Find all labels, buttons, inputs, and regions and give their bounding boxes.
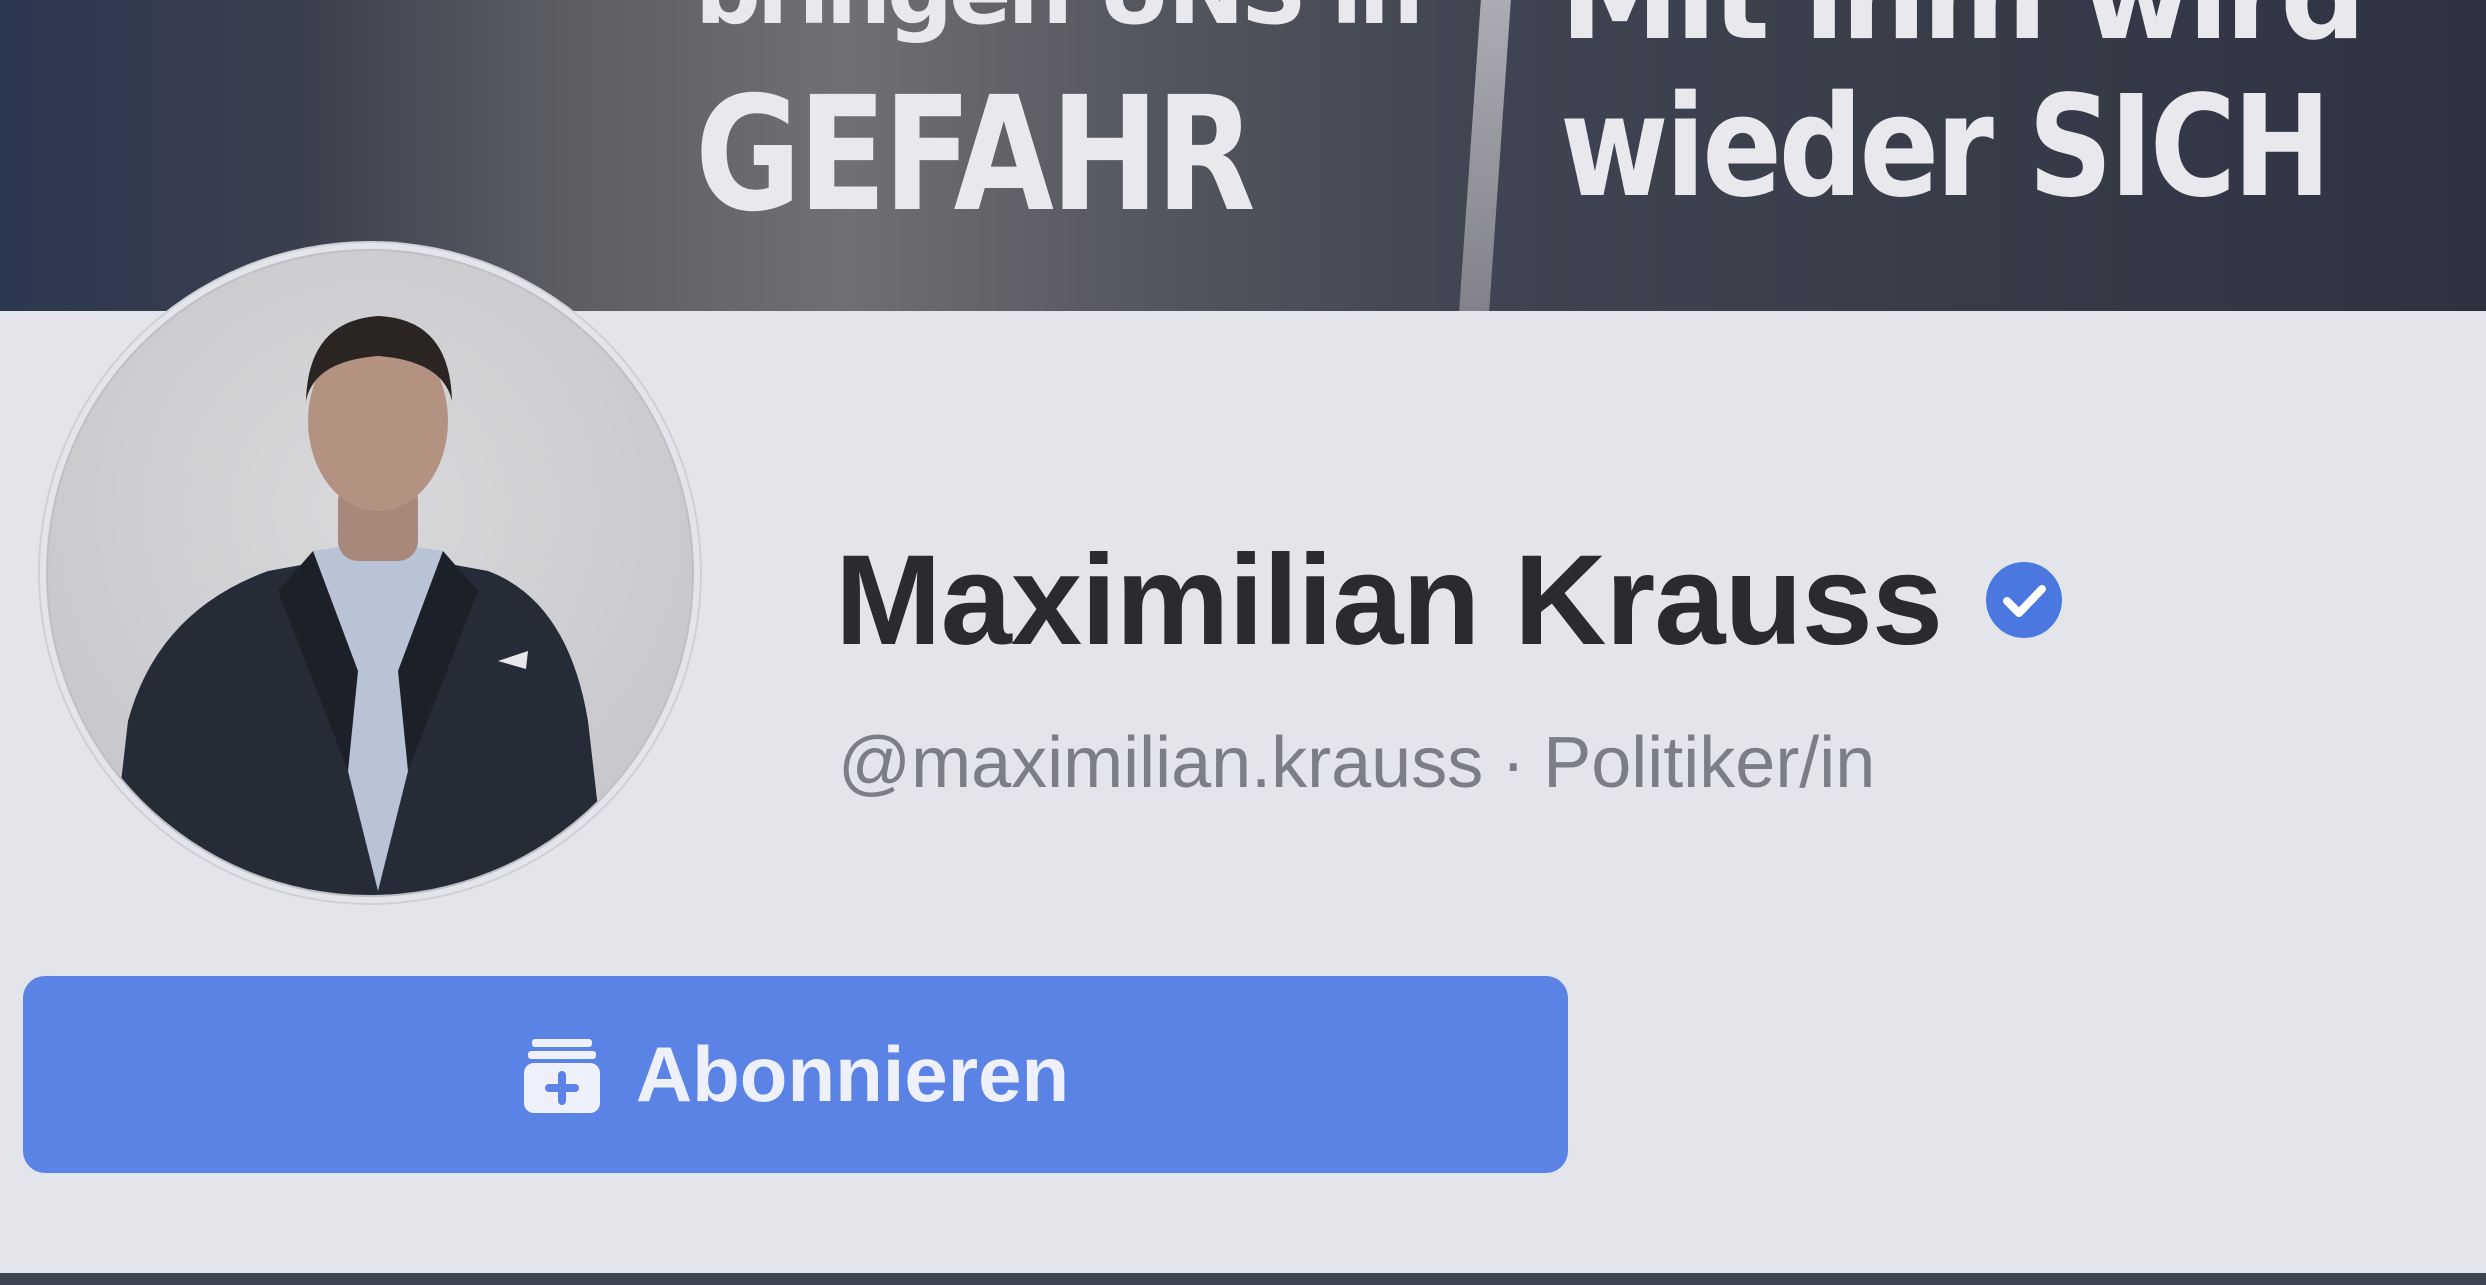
profile-subline: @maximilian.krauss · Politiker/in [838,722,1875,804]
bottom-divider [0,1273,2486,1285]
profile-avatar[interactable] [40,243,700,903]
cover-tear-divider [1459,0,1511,311]
verified-badge-icon [1986,562,2062,638]
separator-dot: · [1501,723,1526,803]
profile-category: Politiker/in [1543,723,1876,803]
cover-text-right-line2: wieder SICH [1560,66,2331,229]
cover-text-left-line1: bringen UNS in [695,0,1424,45]
cover-text-right-line1: Mit ihm wird [1560,0,2366,67]
profile-name-row: Maximilian Krauss [835,529,2064,672]
avatar-photo [46,249,694,897]
subscribe-plus-icon [523,1038,600,1113]
profile-handle: @maximilian.krauss [838,723,1484,803]
profile-name: Maximilian Krauss [835,528,1943,672]
subscribe-button-label: Abonnieren [635,1030,1070,1118]
person-portrait-icon [108,316,608,895]
cover-text-left-line2: GEFAHR [695,63,1256,247]
subscribe-button[interactable]: Abonnieren [23,976,1568,1173]
